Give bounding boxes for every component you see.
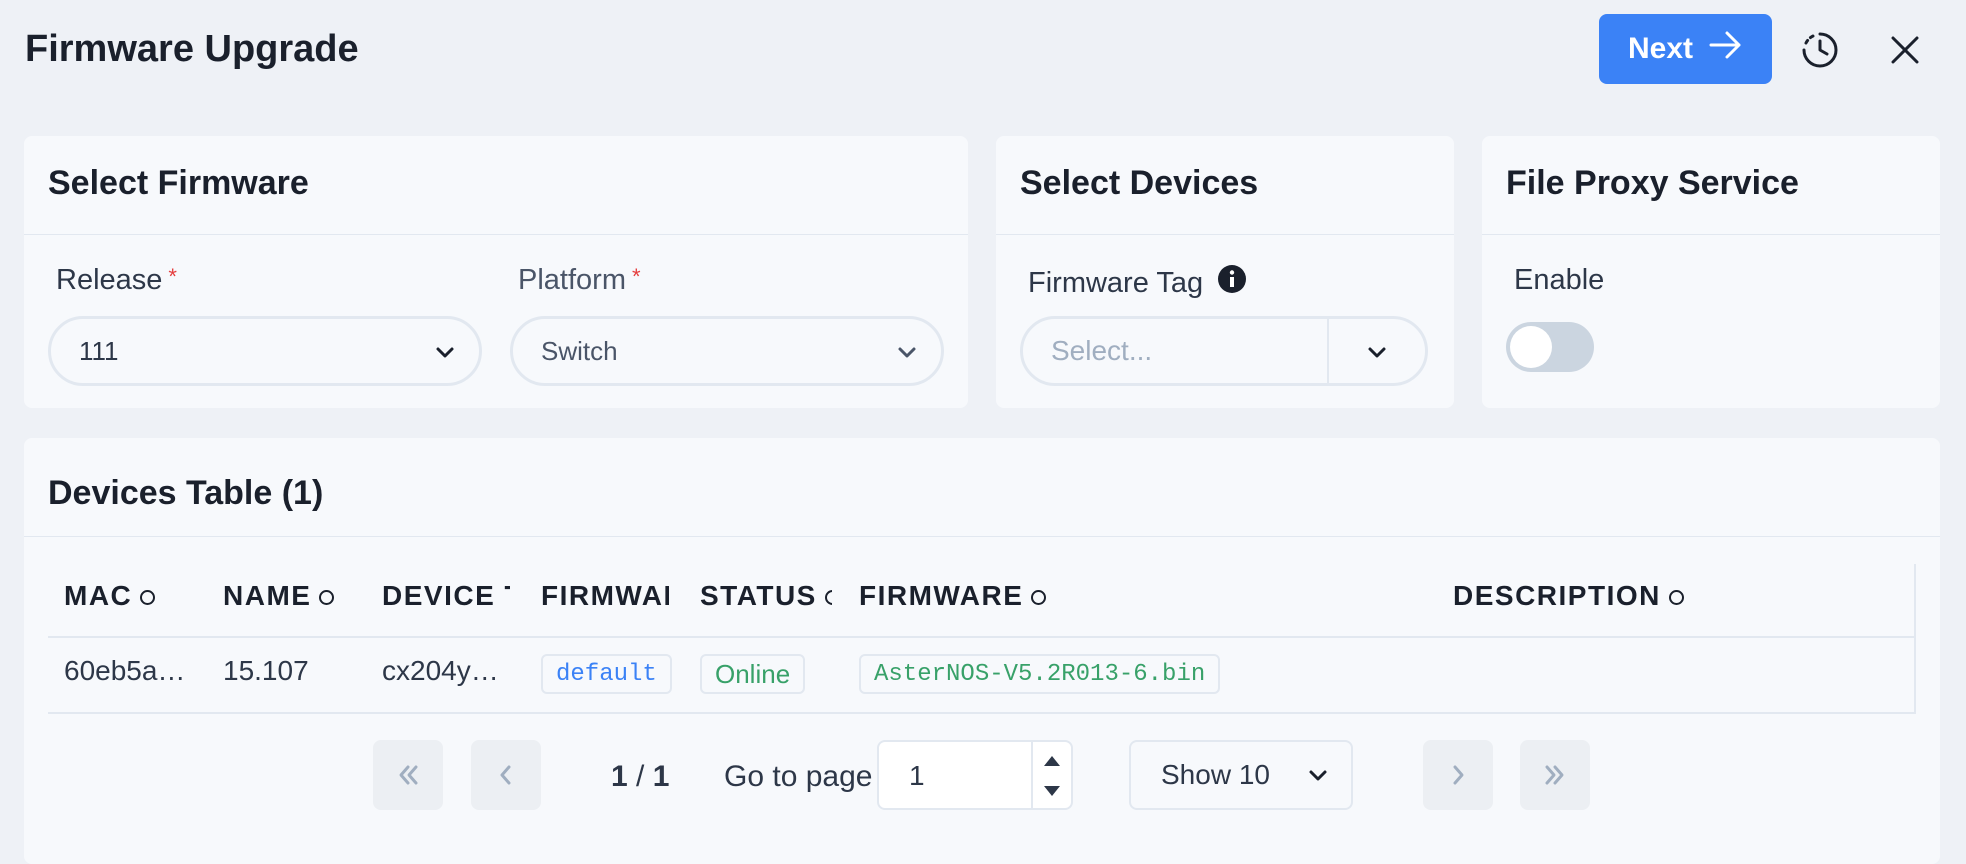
required-mark: * xyxy=(168,264,177,289)
chevron-down-icon xyxy=(433,340,457,371)
last-page-button[interactable] xyxy=(1520,740,1590,810)
sort-icon[interactable] xyxy=(1031,590,1047,606)
page-size-label: Show 10 xyxy=(1161,759,1270,790)
platform-label-text: Platform xyxy=(518,264,626,296)
divider xyxy=(1482,234,1940,235)
enable-label: Enable xyxy=(1514,264,1605,296)
column-header-mac[interactable]: MAC xyxy=(64,580,194,612)
goto-page-input[interactable]: 1 xyxy=(877,740,1073,810)
divider xyxy=(996,234,1454,235)
firmware-tag-label: Firmware Tag xyxy=(1028,264,1247,302)
page-indicator: 1 / 1 xyxy=(611,760,669,794)
firmware-file-badge: AsterNOS-V5.2R013-6.bin xyxy=(859,654,1221,694)
previous-page-button[interactable] xyxy=(471,740,541,810)
column-header-device-type[interactable]: DEVICE T xyxy=(382,580,510,612)
release-select[interactable]: 111 xyxy=(48,316,482,386)
goto-page-label: Go to page xyxy=(724,760,873,793)
info-icon[interactable] xyxy=(1217,264,1247,302)
column-header-description[interactable]: DESCRIPTION xyxy=(1453,580,1753,612)
select-devices-title: Select Devices xyxy=(1020,164,1259,202)
select-firmware-title: Select Firmware xyxy=(48,164,309,202)
close-icon[interactable] xyxy=(1877,22,1933,78)
chevron-left-icon xyxy=(500,765,511,785)
release-label-text: Release xyxy=(56,264,163,296)
chevron-right-icon xyxy=(1453,765,1464,785)
column-header-label: FIRMWARE xyxy=(859,580,1024,611)
history-icon[interactable] xyxy=(1792,22,1848,78)
cell-name: 15.107 xyxy=(223,655,309,686)
column-header-name[interactable]: NAME xyxy=(223,580,353,612)
cell-device-type: cx204y… xyxy=(382,655,499,686)
sort-icon[interactable] xyxy=(140,590,156,606)
column-header-firmware[interactable]: FIRMWARE xyxy=(859,580,1159,612)
platform-value: Switch xyxy=(541,335,618,366)
double-chevron-right-icon xyxy=(1545,765,1564,785)
toggle-knob xyxy=(1510,326,1552,368)
decrement-icon[interactable] xyxy=(1037,780,1067,809)
next-page-button[interactable] xyxy=(1423,740,1493,810)
devices-table-title: Devices Table (1) xyxy=(48,474,324,512)
release-label: Release * xyxy=(56,264,177,297)
column-header-label: FIRMWAI xyxy=(541,580,669,611)
sort-icon[interactable] xyxy=(824,590,832,606)
double-chevron-left-icon xyxy=(399,765,418,785)
cell-mac: 60eb5a… xyxy=(64,655,186,686)
file-proxy-title: File Proxy Service xyxy=(1506,164,1799,202)
increment-icon[interactable] xyxy=(1037,748,1067,777)
release-value: 111 xyxy=(79,335,119,366)
column-header-label: STATUS xyxy=(700,580,817,611)
platform-label: Platform * xyxy=(518,264,641,297)
sort-icon[interactable] xyxy=(319,590,335,606)
chevron-down-icon xyxy=(895,340,919,371)
firmware-tag-badge: default xyxy=(541,654,672,694)
divider xyxy=(24,536,1940,537)
column-header-label: DESCRIPTION xyxy=(1453,580,1661,611)
top-bar: Firmware Upgrade Next xyxy=(0,0,1966,100)
row-divider xyxy=(48,712,1916,714)
status-badge: Online xyxy=(700,654,806,694)
header-divider xyxy=(48,636,1916,638)
page-title: Firmware Upgrade xyxy=(25,28,359,70)
sort-icon[interactable] xyxy=(1668,590,1684,606)
firmware-tag-placeholder: Select... xyxy=(1051,335,1153,366)
required-mark: * xyxy=(631,264,641,289)
goto-page-value: 1 xyxy=(909,760,925,791)
select-separator xyxy=(1327,319,1329,383)
divider xyxy=(24,234,968,235)
stepper-divider xyxy=(1031,742,1033,808)
page-size-select[interactable]: Show 10 xyxy=(1129,740,1353,810)
column-header-label: DEVICE T xyxy=(382,580,510,611)
file-proxy-toggle[interactable] xyxy=(1506,322,1594,372)
select-devices-card: Select Devices Firmware Tag Select... xyxy=(996,136,1454,408)
next-button[interactable]: Next xyxy=(1599,14,1772,84)
column-header-status[interactable]: STATUS xyxy=(700,580,832,612)
next-button-label: Next xyxy=(1627,32,1694,65)
total-pages: 1 xyxy=(652,760,670,793)
page-separator: / xyxy=(636,760,645,793)
column-header-label: MAC xyxy=(64,580,133,611)
column-header-firmware-tag[interactable]: FIRMWAI xyxy=(541,580,669,612)
current-page: 1 xyxy=(611,760,628,793)
chevron-down-icon xyxy=(1365,340,1389,371)
platform-select[interactable]: Switch xyxy=(510,316,944,386)
select-firmware-card: Select Firmware Release * 111 Platform * S… xyxy=(24,136,968,408)
chevron-down-icon xyxy=(1307,764,1329,791)
column-header-label: NAME xyxy=(223,580,312,611)
firmware-tag-label-text: Firmware Tag xyxy=(1028,266,1204,299)
first-page-button[interactable] xyxy=(373,740,443,810)
arrow-right-icon xyxy=(1709,30,1743,68)
firmware-tag-select[interactable]: Select... xyxy=(1020,316,1428,386)
